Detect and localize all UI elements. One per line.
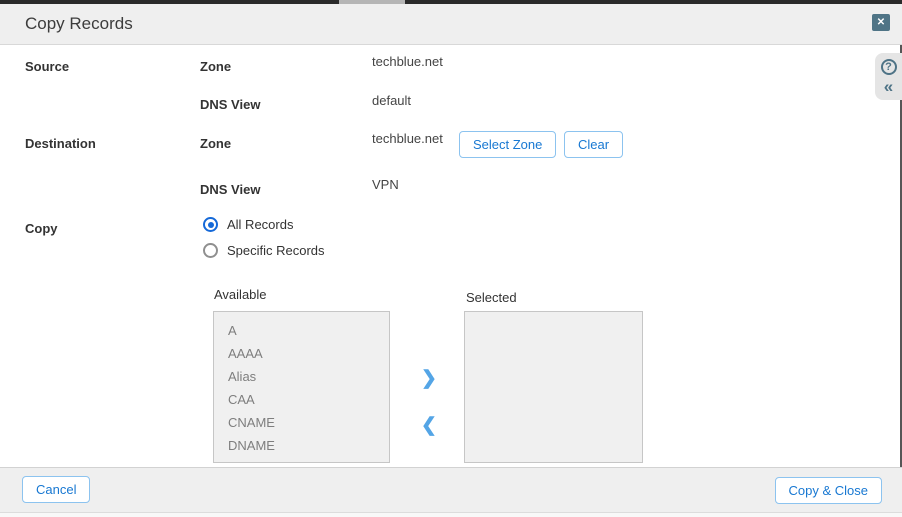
radio-option-all-records[interactable]: All Records xyxy=(203,217,293,232)
list-item[interactable]: CAA xyxy=(214,388,389,411)
destination-dns-view-value: VPN xyxy=(372,177,399,192)
radio-all-records-label: All Records xyxy=(227,217,293,232)
dialog-footer: Cancel Copy & Close xyxy=(0,467,902,512)
list-item[interactable]: DNAME xyxy=(214,434,389,457)
select-zone-button[interactable]: Select Zone xyxy=(459,131,556,158)
selected-list-label: Selected xyxy=(466,290,517,305)
list-item[interactable]: Alias xyxy=(214,365,389,388)
help-panel: ? « xyxy=(875,53,902,100)
chevron-left-icon: ❮ xyxy=(421,415,437,436)
copy-records-dialog: Copy Records ✕ ? « Source Zone techblue.… xyxy=(0,0,902,517)
destination-dns-view-label: DNS View xyxy=(200,182,260,197)
available-list[interactable]: AAAAAAliasCAACNAMEDNAMEHost xyxy=(213,311,390,463)
list-item[interactable]: AAAA xyxy=(214,342,389,365)
radio-specific-records-label: Specific Records xyxy=(227,243,325,258)
radio-option-specific-records[interactable]: Specific Records xyxy=(203,243,325,258)
close-icon: ✕ xyxy=(877,17,885,28)
clear-button[interactable]: Clear xyxy=(564,131,623,158)
move-right-button[interactable]: ❯ xyxy=(418,367,440,390)
copy-section-label: Copy xyxy=(25,221,58,236)
radio-all-records-icon[interactable] xyxy=(203,217,218,232)
destination-zone-value: techblue.net xyxy=(372,131,443,146)
source-zone-label: Zone xyxy=(200,59,231,74)
copy-and-close-button[interactable]: Copy & Close xyxy=(775,477,882,504)
source-dns-view-value: default xyxy=(372,93,411,108)
help-icon[interactable]: ? xyxy=(881,59,897,75)
cancel-button[interactable]: Cancel xyxy=(22,476,90,503)
radio-specific-records-icon[interactable] xyxy=(203,243,218,258)
available-list-label: Available xyxy=(214,287,267,302)
list-item[interactable]: CNAME xyxy=(214,411,389,434)
source-dns-view-label: DNS View xyxy=(200,97,260,112)
move-left-button[interactable]: ❮ xyxy=(418,414,440,437)
list-item[interactable]: Host xyxy=(214,457,389,463)
dialog-title: Copy Records xyxy=(25,14,133,34)
list-item[interactable]: A xyxy=(214,319,389,342)
destination-section-label: Destination xyxy=(25,136,96,151)
destination-zone-label: Zone xyxy=(200,136,231,151)
source-zone-value: techblue.net xyxy=(372,54,443,69)
dialog-titlebar: Copy Records ✕ xyxy=(0,4,902,45)
selected-list[interactable] xyxy=(464,311,643,463)
close-button[interactable]: ✕ xyxy=(872,14,890,31)
chevron-right-icon: ❯ xyxy=(421,368,437,389)
bottom-strip xyxy=(0,512,902,517)
source-section-label: Source xyxy=(25,59,69,74)
collapse-icon[interactable]: « xyxy=(884,79,893,94)
